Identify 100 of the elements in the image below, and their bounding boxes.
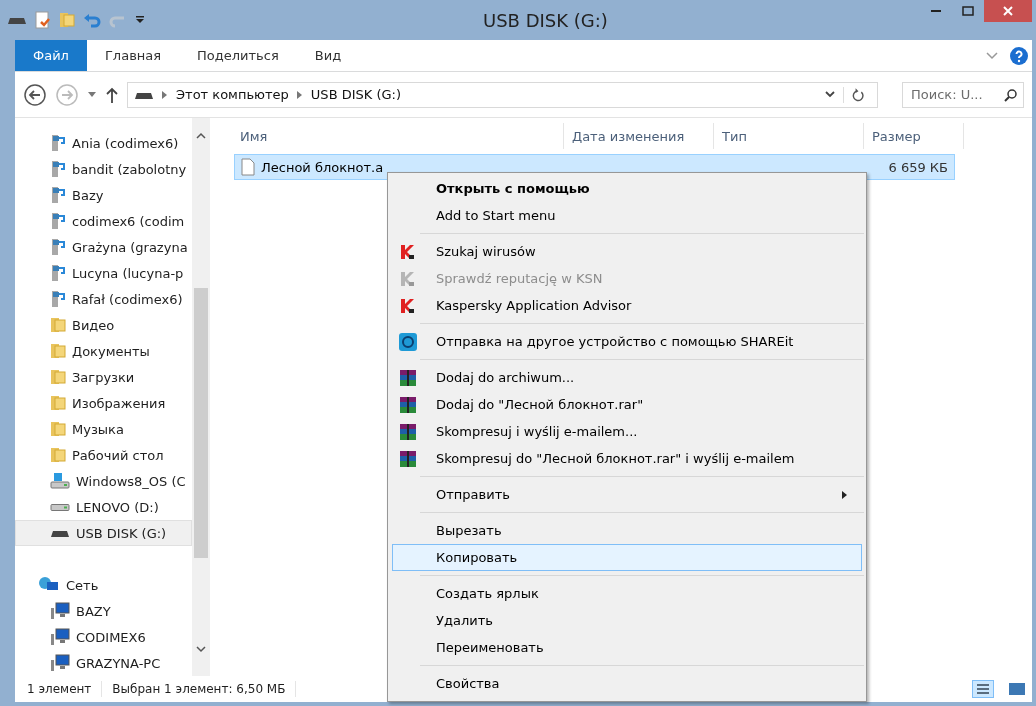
menu-item[interactable]: Skompresuj i wyślij e-mailem... [392, 418, 862, 445]
sidebar-item[interactable]: Rafał (codimex6) [15, 286, 192, 312]
drive-icon [50, 503, 70, 511]
ribbon-tab[interactable]: Главная [86, 40, 180, 71]
system-drive-icon [50, 473, 70, 489]
network-drive-icon [50, 160, 66, 178]
sidebar-item[interactable]: Музыка [15, 416, 192, 442]
help-icon[interactable] [1010, 46, 1028, 65]
sidebar-item[interactable]: CODIMEX6 [15, 624, 192, 650]
network-drive-icon [50, 238, 66, 256]
computer-icon [50, 602, 70, 620]
breadcrumb-arrow-icon [162, 90, 168, 99]
chevron-down-icon[interactable] [825, 91, 835, 98]
sidebar-item[interactable]: GRAZYNA-PC [15, 650, 192, 676]
computer-icon [50, 628, 70, 646]
menu-item[interactable]: Szukaj wirusów [392, 238, 862, 265]
menu-item[interactable]: Отправить [392, 481, 862, 508]
menu-item[interactable]: Отправка на другое устройство с помощью SHAREit [392, 328, 862, 355]
close-button[interactable] [984, 0, 1032, 22]
breadcrumb[interactable]: Этот компьютер [176, 87, 289, 102]
status-selection: Выбран 1 элемент: 6,50 МБ [112, 682, 286, 696]
shield-k-icon [399, 270, 415, 287]
close-icon [1003, 6, 1013, 16]
column-header[interactable]: Тип [714, 123, 864, 149]
network-drive-icon [50, 212, 66, 230]
column-header[interactable]: Имя [234, 123, 564, 149]
sidebar-item[interactable]: Ania (codimex6) [15, 130, 192, 156]
sidebar-item[interactable]: bandit (zabolotny [15, 156, 192, 182]
sidebar-item[interactable]: USB DISK (G:) [15, 520, 192, 546]
folder-icon [50, 317, 66, 333]
books-stack-icon [399, 449, 417, 468]
document-check-icon [35, 11, 51, 29]
sidebar-item[interactable]: Видео [15, 312, 192, 338]
menu-item[interactable]: Вырезать [392, 517, 862, 544]
share-circle-icon [399, 332, 417, 351]
network-drive-icon [50, 264, 66, 282]
menu-item[interactable]: Переименовать [392, 634, 862, 661]
scrollbar[interactable] [192, 118, 210, 676]
books-stack-icon [399, 395, 417, 414]
search-icon [1004, 87, 1018, 102]
menu-item[interactable]: Add to Start menu [392, 202, 862, 229]
folder-icon [50, 343, 66, 359]
scroll-up-icon[interactable] [196, 132, 206, 139]
ribbon-tab[interactable]: Поделиться [179, 40, 297, 71]
sidebar-item[interactable]: Bazy [15, 182, 192, 208]
shield-k-icon [399, 297, 415, 314]
sidebar-item[interactable]: Рабочий стол [15, 442, 192, 468]
menu-item[interactable]: Dodaj do "Лесной блокнот.rar" [392, 391, 862, 418]
column-header[interactable]: Дата изменения [564, 123, 714, 149]
back-icon[interactable] [23, 82, 47, 107]
menu-item[interactable]: Свойства [392, 670, 862, 697]
breadcrumb-arrow-icon [296, 90, 303, 99]
search-field[interactable]: Поиск: U... [902, 81, 1024, 108]
network-drive-icon [50, 134, 66, 152]
menu-item[interactable]: Skompresuj do "Лесной блокнот.rar" i wyślij e-mailem [392, 445, 862, 472]
sidebar-item[interactable]: Изображения [15, 390, 192, 416]
shield-k-icon [399, 243, 415, 260]
computer-icon [50, 654, 70, 672]
file-size: 6 659 КБ [888, 159, 948, 175]
up-arrow-icon[interactable] [105, 85, 119, 104]
menu-item[interactable]: Удалить [392, 607, 862, 634]
caret-icon[interactable] [87, 91, 97, 98]
folder-icon [50, 369, 66, 385]
large-icons-view-icon[interactable] [1008, 681, 1026, 697]
usb-drive-icon [7, 15, 27, 25]
dropdown-icon[interactable] [135, 15, 145, 25]
menu-item[interactable]: Dodaj do archiwum... [392, 364, 862, 391]
books-stack-icon [399, 368, 417, 387]
file-icon [241, 158, 255, 176]
file-name: Лесной блокнот.a [261, 159, 384, 175]
breadcrumb[interactable]: USB DISK (G:) [310, 87, 402, 102]
menu-item[interactable]: Kaspersky Application Advisor [392, 292, 862, 319]
sidebar-item[interactable]: BAZY [15, 598, 192, 624]
ribbon-tab[interactable]: Вид [296, 40, 360, 71]
folder-icon [50, 421, 66, 437]
ribbon-tab[interactable]: Файл [15, 40, 87, 71]
sidebar-item[interactable]: Grażyna (grazyna [15, 234, 192, 260]
address-field[interactable]: Этот компьютер USB DISK (G:) [127, 81, 878, 108]
scroll-down-icon[interactable] [196, 646, 206, 653]
books-stack-icon [399, 422, 417, 441]
usb-drive-icon [50, 528, 70, 538]
folder-icon [50, 447, 66, 463]
minimize-icon [931, 10, 941, 12]
folder-icon [50, 395, 66, 411]
network-drive-icon [50, 290, 66, 308]
menu-item[interactable]: Создать ярлык [392, 580, 862, 607]
sidebar-item[interactable]: Windows8_OS (C [15, 468, 192, 494]
sidebar-item[interactable]: Lucyna (lucyna-p [15, 260, 192, 286]
menu-item[interactable]: Копировать [392, 544, 862, 571]
sidebar-item[interactable]: Загрузки [15, 364, 192, 390]
column-header[interactable]: Размер [864, 123, 964, 149]
maximize-icon [962, 6, 974, 16]
sidebar-item[interactable]: Документы [15, 338, 192, 364]
status-count: 1 элемент [27, 682, 92, 696]
sidebar-item[interactable]: codimex6 (codim [15, 208, 192, 234]
details-view-icon[interactable] [972, 680, 994, 698]
sidebar-item[interactable]: LENOVO (D:) [15, 494, 192, 520]
network-drive-icon [50, 186, 66, 204]
sidebar-item[interactable]: Сеть [15, 572, 192, 598]
folder-icon [59, 12, 75, 28]
